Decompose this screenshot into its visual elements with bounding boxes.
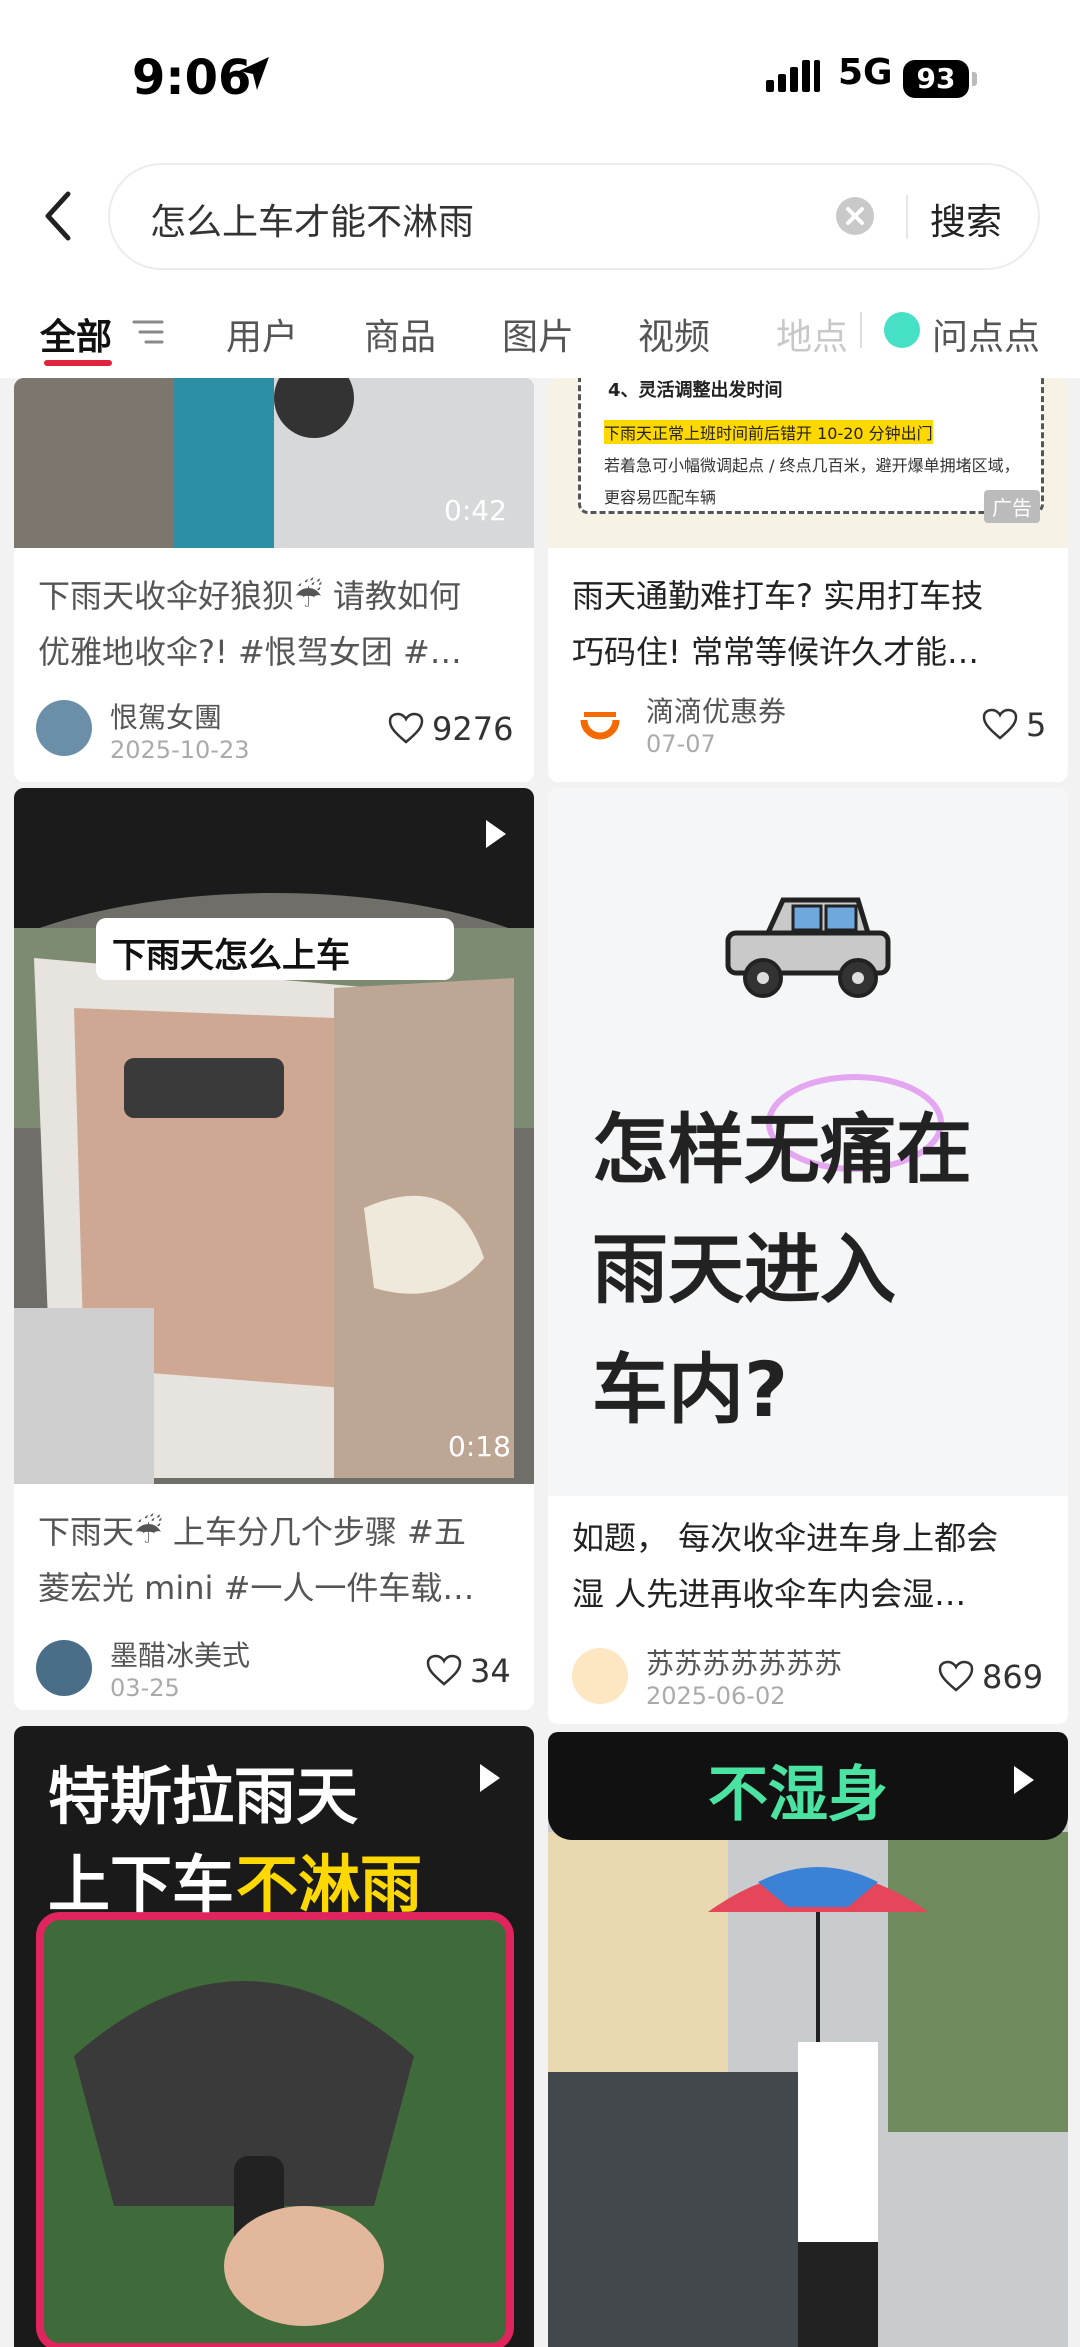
author-name[interactable]: 墨醋冰美式 (110, 1634, 250, 1674)
post-date: 2025-10-23 (110, 736, 250, 764)
didi-logo-icon[interactable] (572, 700, 628, 756)
heart-icon[interactable] (938, 1660, 974, 1692)
ad-card[interactable]: 4、灵活调整出发时间 下雨天正常上班时间前后错开 10-20 分钟出门 若着急可… (548, 378, 1068, 782)
thumb-text: 若着急可小幅微调起点 / 终点几百米，避开爆单拥堵区域， (604, 456, 1020, 475)
avatar[interactable] (36, 700, 92, 756)
like-count: 34 (470, 1652, 511, 1690)
filter-icon[interactable] (132, 318, 164, 348)
note-title: 如题， 每次收伞进车身上都会 (572, 1519, 999, 1557)
note-title: 湿 人先进再收伞车内会湿… (572, 1575, 967, 1613)
note-card[interactable]: 特斯拉雨天 上下车 不淋雨 (14, 1726, 534, 2347)
cellular-signal-icon (766, 60, 820, 92)
jeep-icon (725, 897, 891, 998)
heart-icon[interactable] (982, 708, 1018, 740)
search-bar[interactable]: 怎么上车才能不淋雨 搜索 (108, 163, 1040, 270)
note-title: 菱宏光 mini #一人一件车载… (38, 1569, 475, 1607)
like-count: 9276 (432, 710, 514, 748)
post-date: 2025-06-02 (646, 1682, 786, 1710)
cover-text: 车内? (592, 1345, 789, 1434)
search-button[interactable]: 搜索 (930, 193, 1002, 245)
divider (860, 312, 862, 348)
author-name[interactable]: 滴滴优惠券 (646, 690, 786, 730)
tab-users[interactable]: 用户 (226, 308, 298, 360)
note-title: 下雨天☔ 上车分几个步骤 #五 (38, 1513, 466, 1551)
note-title: 下雨天收伞好狼狈☔ 请教如何 (38, 577, 461, 615)
note-card[interactable]: 不湿身 (548, 1732, 1068, 2347)
like-count: 869 (982, 1658, 1044, 1696)
tab-ask[interactable]: 问点点 (932, 308, 1040, 360)
note-card[interactable]: 下雨天怎么上车 0:18 下雨天☔ 上车分几个步骤 #五 菱宏光 mini #一… (14, 788, 534, 1710)
battery-tip (972, 72, 977, 86)
author-name[interactable]: 苏苏苏苏苏苏苏 (646, 1642, 842, 1682)
divider (906, 195, 908, 239)
location-arrow-icon (239, 57, 269, 90)
thumb-text: 下雨天正常上班时间前后错开 10-20 分钟出门 (604, 420, 933, 444)
ad-badge: 广告 (984, 490, 1040, 523)
tab-videos[interactable]: 视频 (638, 308, 710, 360)
video-duration: 0:18 (448, 1430, 511, 1463)
note-title: 优雅地收伞?! #恨驾女团 #… (38, 633, 462, 671)
post-date: 07-07 (646, 730, 716, 758)
active-tab-indicator (44, 360, 112, 366)
network-type: 5G (838, 52, 893, 93)
author-name[interactable]: 恨駕女團 (110, 696, 222, 736)
search-input[interactable]: 怎么上车才能不淋雨 (150, 193, 474, 245)
tab-products[interactable]: 商品 (364, 308, 436, 360)
note-title: 雨天通勤难打车? 实用打车技 (572, 577, 984, 615)
result-tabs: 全部 用户 商品 图片 视频 地点 问点点 (0, 300, 1080, 378)
cover-text-highlight: 不淋雨 (236, 1848, 423, 1921)
overlay-banner: 不湿身 (548, 1732, 1068, 1840)
cover-text: 怎样无痛在 (592, 1105, 972, 1194)
play-icon (486, 820, 506, 848)
avatar[interactable] (572, 1648, 628, 1704)
cover-text: 不湿身 (708, 1760, 888, 1830)
avatar[interactable] (36, 1640, 92, 1696)
note-title: 巧码住! 常常等候许久才能… (572, 633, 980, 671)
play-icon (480, 1764, 500, 1792)
note-card[interactable]: 怎样无痛在 雨天进入 车内? 如题， 每次收伞进车身上都会 湿 人先进再收伞车内… (548, 788, 1068, 1724)
play-icon (1014, 1766, 1034, 1794)
tab-all[interactable]: 全部 (40, 308, 112, 360)
clock: 9:06 (132, 50, 252, 106)
overlay-label: 下雨天怎么上车 (96, 918, 454, 980)
note-card[interactable]: 0:42 下雨天收伞好狼狈☔ 请教如何 优雅地收伞?! #恨驾女团 #… 恨駕女… (14, 378, 534, 782)
tab-places[interactable]: 地点 (776, 308, 848, 360)
battery-icon: 93 (903, 60, 969, 98)
image-thumbnail: 怎样无痛在 雨天进入 车内? (548, 788, 1068, 1496)
post-date: 03-25 (110, 1674, 180, 1702)
clear-icon[interactable] (836, 197, 874, 235)
heart-icon[interactable] (388, 712, 424, 744)
back-arrow-icon[interactable] (38, 188, 78, 244)
ask-bubble-icon[interactable] (884, 312, 920, 348)
cover-text: 特斯拉雨天 (48, 1760, 359, 1833)
video-thumbnail (14, 788, 534, 1484)
like-count: 5 (1026, 706, 1047, 744)
thumb-text: 更容易匹配车辆 (604, 488, 717, 507)
video-duration: 0:42 (444, 494, 507, 527)
status-bar: 9:06 5G 93 (0, 40, 1080, 120)
ad-thumbnail: 4、灵活调整出发时间 下雨天正常上班时间前后错开 10-20 分钟出门 若着急可… (548, 378, 1068, 548)
tab-images[interactable]: 图片 (502, 308, 574, 360)
overlay-text: 下雨天怎么上车 (112, 936, 350, 976)
cover-text: 雨天进入 (592, 1225, 896, 1314)
cover-text: 上下车 (48, 1848, 235, 1921)
thumb-text: 4、灵活调整出发时间 (608, 380, 783, 401)
top-bar: 9:06 5G 93 怎么上车才能不淋雨 搜索 全部 用户 商品 图片 视频 地… (0, 0, 1080, 378)
heart-icon[interactable] (426, 1654, 462, 1686)
